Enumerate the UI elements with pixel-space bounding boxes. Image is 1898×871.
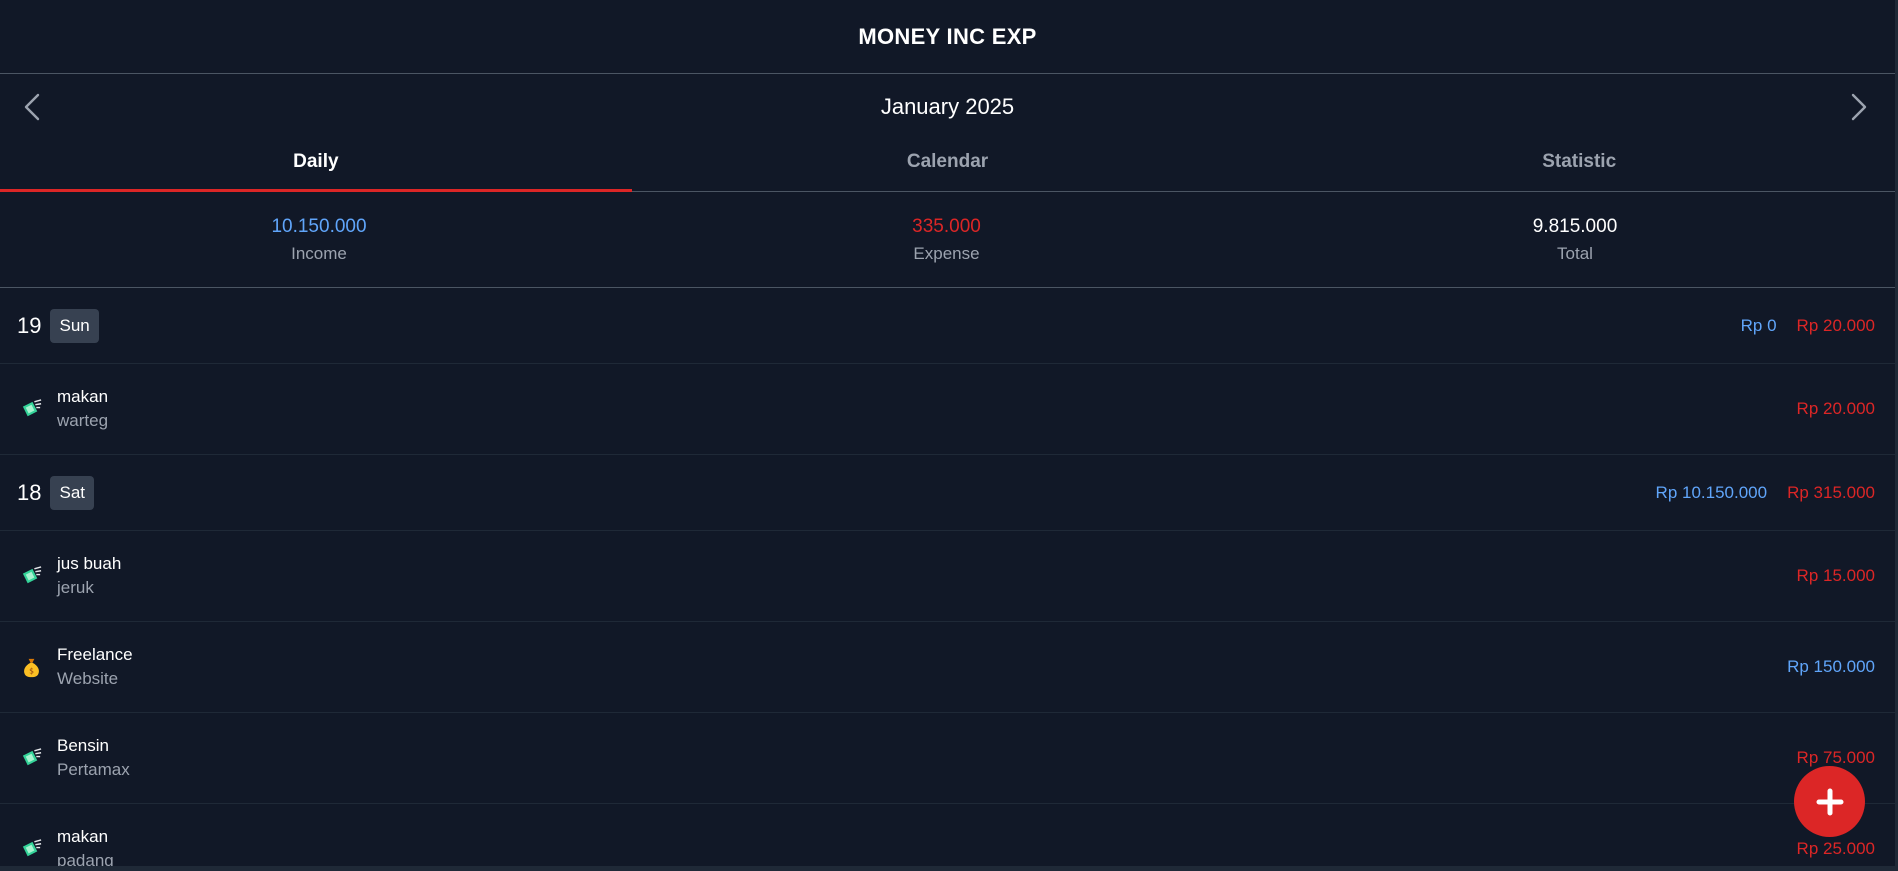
day-number: 19 (17, 312, 42, 338)
day-income: Rp 10.150.000 (1655, 482, 1768, 502)
chevron-left-icon (24, 93, 40, 121)
tab-daily[interactable]: Daily (0, 140, 632, 192)
total-summary: 9.815.000 Total (1255, 192, 1895, 287)
money-bag-icon: $ (20, 656, 43, 679)
horizontal-scrollbar[interactable] (0, 866, 1895, 871)
transaction-note: warteg (57, 411, 109, 430)
transaction-row[interactable]: jus buah jeruk Rp 15.000 (0, 531, 1895, 622)
transaction-info: makan padang (20, 827, 114, 871)
transaction-amount: Rp 15.000 (1796, 566, 1875, 585)
add-transaction-button[interactable] (1794, 766, 1865, 837)
transaction-note: Pertamax (57, 760, 130, 779)
app-title: MONEY INC EXP (858, 23, 1037, 49)
prev-month-button[interactable] (12, 87, 52, 127)
transaction-category: Bensin (57, 736, 109, 755)
transaction-info: Bensin Pertamax (20, 736, 130, 780)
tab-statistic[interactable]: Statistic (1263, 140, 1895, 191)
day-expense: Rp 315.000 (1787, 482, 1875, 502)
income-label: Income (291, 243, 347, 263)
content-area[interactable]: MONEY INC EXP January 2025 Daily Calenda… (0, 0, 1898, 871)
transaction-info: makan warteg (20, 387, 108, 431)
transaction-text: Bensin Pertamax (57, 736, 130, 780)
day-totals: Rp 10.150.000 Rp 315.000 (1656, 483, 1875, 503)
total-label: Total (1557, 243, 1593, 263)
day-totals: Rp 0 Rp 20.000 (1741, 316, 1875, 336)
income-summary: 10.150.000 Income (0, 192, 638, 287)
transaction-category: makan (57, 387, 109, 406)
chevron-right-icon (1851, 93, 1867, 121)
transaction-amount: Rp 20.000 (1796, 399, 1875, 418)
transaction-row[interactable]: $ Freelance Website Rp 150.000 (0, 622, 1895, 713)
transaction-note: Website (57, 669, 119, 688)
day-header: 19 Sun Rp 0 Rp 20.000 (0, 288, 1895, 364)
transaction-info: jus buah jeruk (20, 554, 121, 598)
income-total: 10.150.000 (271, 215, 367, 237)
weekday-badge: Sun (50, 308, 99, 343)
svg-text:$: $ (29, 666, 34, 675)
transaction-note: jeruk (57, 578, 94, 597)
tab-calendar[interactable]: Calendar (632, 140, 1264, 191)
net-total: 9.815.000 (1532, 215, 1618, 237)
expense-summary: 335.000 Expense (638, 192, 1255, 287)
next-month-button[interactable] (1839, 87, 1879, 127)
transaction-amount: Rp 150.000 (1787, 657, 1875, 676)
transaction-category: jus buah (57, 554, 122, 573)
day-expense: Rp 20.000 (1796, 315, 1875, 335)
transaction-text: makan padang (57, 827, 114, 871)
app-root: MONEY INC EXP January 2025 Daily Calenda… (0, 0, 1898, 871)
money-with-wings-icon (20, 398, 43, 421)
transaction-amount: Rp 25.000 (1796, 839, 1875, 858)
transaction-category: Freelance (57, 645, 133, 664)
expense-label: Expense (913, 243, 980, 263)
expense-total: 335.000 (912, 215, 981, 237)
month-navigator: January 2025 (0, 74, 1895, 140)
view-tabs: Daily Calendar Statistic (0, 140, 1895, 192)
transaction-text: Freelance Website (57, 645, 133, 689)
day-header: 18 Sat Rp 10.150.000 Rp 315.000 (0, 455, 1895, 531)
transaction-row[interactable]: Bensin Pertamax Rp 75.000 (0, 713, 1895, 804)
transaction-text: jus buah jeruk (57, 554, 121, 598)
money-with-wings-icon (20, 838, 43, 861)
day-number: 18 (17, 479, 42, 505)
money-with-wings-icon (20, 565, 43, 588)
day-date: 18 Sat (17, 475, 95, 510)
transaction-category: makan (57, 827, 109, 846)
transaction-row[interactable]: makan padang Rp 25.000 (0, 804, 1895, 871)
transaction-text: makan warteg (57, 387, 108, 431)
transaction-amount: Rp 75.000 (1796, 748, 1875, 767)
transaction-row[interactable]: makan warteg Rp 20.000 (0, 364, 1895, 455)
month-label: January 2025 (880, 94, 1015, 119)
transaction-info: $ Freelance Website (20, 645, 133, 689)
day-income: Rp 0 (1740, 315, 1777, 335)
money-with-wings-icon (20, 747, 43, 770)
day-date: 19 Sun (17, 308, 99, 343)
weekday-badge: Sat (50, 475, 95, 510)
month-summary: 10.150.000 Income 335.000 Expense 9.815.… (0, 192, 1895, 288)
plus-icon (1816, 788, 1843, 815)
app-header: MONEY INC EXP (0, 0, 1895, 74)
